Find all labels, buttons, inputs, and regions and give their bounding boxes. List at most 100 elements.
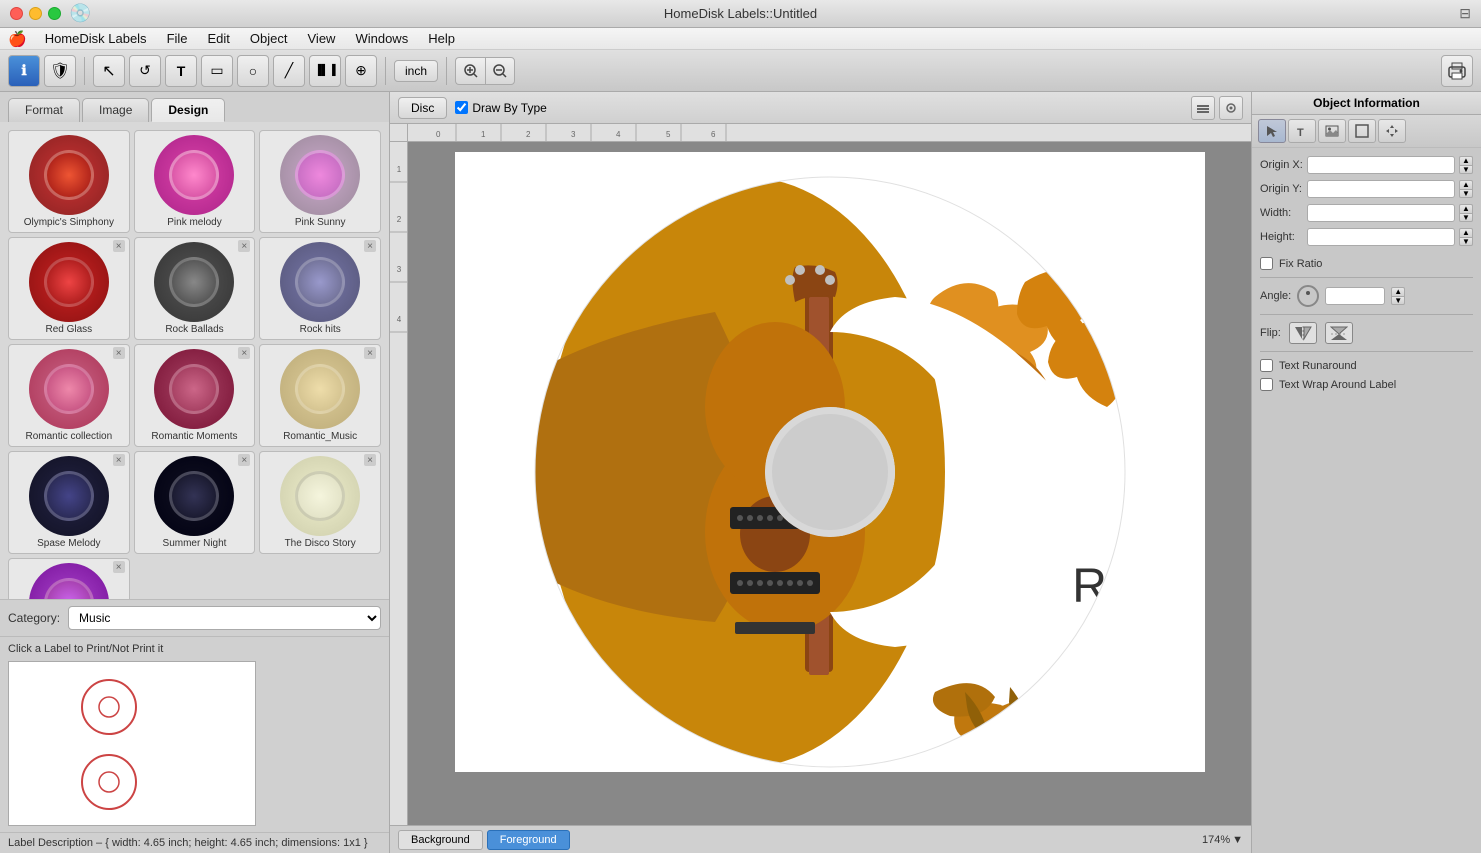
flip-vertical-button[interactable] xyxy=(1325,322,1353,344)
menu-app[interactable]: HomeDisk Labels xyxy=(37,29,155,48)
stamp-tool[interactable]: ⊕ xyxy=(345,55,377,87)
design-item-olympics[interactable]: Olympic's Simphony xyxy=(8,130,130,233)
zoom-window-button[interactable] xyxy=(48,7,61,20)
close-romantic-moments[interactable]: × xyxy=(238,347,250,359)
tab-format[interactable]: Format xyxy=(8,98,80,122)
zoom-dropdown-icon[interactable]: ▼ xyxy=(1232,834,1243,846)
tab-background[interactable]: Background xyxy=(398,830,483,850)
design-item-romantic-collection[interactable]: × Romantic collection xyxy=(8,344,130,447)
design-item-rock-ballads[interactable]: × Rock Ballads xyxy=(134,237,256,340)
design-item-rock-hits[interactable]: × Rock hits xyxy=(259,237,381,340)
disc-button[interactable]: Disc xyxy=(398,97,447,119)
tab-image[interactable]: Image xyxy=(82,98,149,122)
line-tool[interactable]: ╱ xyxy=(273,55,305,87)
minimize-icon[interactable]: ⊟ xyxy=(1459,5,1471,22)
design-item-pink-sunny[interactable]: Pink Sunny xyxy=(259,130,381,233)
zoom-in-button[interactable] xyxy=(455,57,485,85)
design-item-romantic-music[interactable]: × Romantic_Music xyxy=(259,344,381,447)
text-wrap-checkbox[interactable] xyxy=(1260,378,1273,391)
info-button[interactable]: ℹ xyxy=(8,55,40,87)
menu-help[interactable]: Help xyxy=(420,29,463,48)
menu-windows[interactable]: Windows xyxy=(347,29,416,48)
close-violet-step[interactable]: × xyxy=(113,561,125,573)
design-item-violet-step[interactable]: × Violet by Step xyxy=(8,558,130,599)
tab-foreground[interactable]: Foreground xyxy=(487,830,570,850)
shield-button[interactable]: 🛡 xyxy=(44,55,76,87)
menu-view[interactable]: View xyxy=(300,29,344,48)
fix-ratio-checkbox[interactable] xyxy=(1260,257,1273,270)
design-label-pink-melody: Pink melody xyxy=(139,217,251,228)
height-up[interactable]: ▲ xyxy=(1459,228,1473,237)
origin-x-input[interactable] xyxy=(1307,156,1455,174)
design-item-spase-melody[interactable]: × Spase Melody xyxy=(8,451,130,554)
close-rock-ballads[interactable]: × xyxy=(238,240,250,252)
origin-y-input[interactable] xyxy=(1307,180,1455,198)
close-disco-story[interactable]: × xyxy=(364,454,376,466)
apple-menu[interactable]: 🍎 xyxy=(8,30,27,48)
fix-ratio-label[interactable]: Fix Ratio xyxy=(1279,258,1322,270)
view-icon-btn[interactable] xyxy=(1219,96,1243,120)
origin-y-up[interactable]: ▲ xyxy=(1459,180,1473,189)
flip-horizontal-button[interactable] xyxy=(1289,322,1317,344)
barcode-tool[interactable]: ▐▌▐ xyxy=(309,55,341,87)
category-select[interactable]: Music Movies Games Software Other xyxy=(68,606,381,630)
layers-icon-btn[interactable] xyxy=(1191,96,1215,120)
design-scroll-area[interactable]: Olympic's Simphony Pink melody Pink Sunn… xyxy=(0,122,389,599)
minimize-button[interactable] xyxy=(29,7,42,20)
design-item-pink-melody[interactable]: Pink melody xyxy=(134,130,256,233)
right-panel: Object Information T Origin X: xyxy=(1251,92,1481,853)
svg-text:1: 1 xyxy=(481,130,486,139)
origin-y-down[interactable]: ▼ xyxy=(1459,189,1473,198)
origin-x-down[interactable]: ▼ xyxy=(1459,165,1473,174)
close-summer-night[interactable]: × xyxy=(238,454,250,466)
height-input[interactable] xyxy=(1307,228,1455,246)
print-button[interactable] xyxy=(1441,55,1473,87)
obj-icon-image[interactable] xyxy=(1318,119,1346,143)
print-hint: Click a Label to Print/Not Print it xyxy=(8,643,381,655)
close-rock-hits[interactable]: × xyxy=(364,240,376,252)
rect-tool[interactable]: ▭ xyxy=(201,55,233,87)
draw-by-type-label[interactable]: Draw By Type xyxy=(455,101,546,115)
design-item-red-glass[interactable]: × Red Glass xyxy=(8,237,130,340)
disc-preview-1[interactable] xyxy=(79,677,139,740)
menu-edit[interactable]: Edit xyxy=(200,29,238,48)
ellipse-tool[interactable]: ○ xyxy=(237,55,269,87)
disc-preview-2[interactable] xyxy=(79,752,139,815)
obj-icon-pointer[interactable] xyxy=(1258,119,1286,143)
text-runaround-label[interactable]: Text Runaround xyxy=(1279,360,1357,372)
angle-up[interactable]: ▲ xyxy=(1391,287,1405,296)
rotate-tool[interactable]: ↺ xyxy=(129,55,161,87)
obj-icon-shape[interactable] xyxy=(1348,119,1376,143)
close-romantic-music[interactable]: × xyxy=(364,347,376,359)
cursor-tool[interactable]: ↖ xyxy=(93,55,125,87)
obj-icon-move[interactable] xyxy=(1378,119,1406,143)
cd-text-romantic: Romantic xyxy=(1072,560,1205,613)
unit-button[interactable]: inch xyxy=(394,60,438,82)
close-red-glass[interactable]: × xyxy=(113,240,125,252)
close-spase-melody[interactable]: × xyxy=(113,454,125,466)
close-romantic-collection[interactable]: × xyxy=(113,347,125,359)
origin-x-up[interactable]: ▲ xyxy=(1459,156,1473,165)
tab-design[interactable]: Design xyxy=(151,98,225,122)
menu-file[interactable]: File xyxy=(159,29,196,48)
design-item-summer-night[interactable]: × Summer Night xyxy=(134,451,256,554)
design-item-romantic-moments[interactable]: × Romantic Moments xyxy=(134,344,256,447)
toolbar-separator-1 xyxy=(84,57,85,85)
width-down[interactable]: ▼ xyxy=(1459,213,1473,222)
width-input[interactable] xyxy=(1307,204,1455,222)
svg-text:3: 3 xyxy=(571,130,576,139)
close-button[interactable] xyxy=(10,7,23,20)
height-down[interactable]: ▼ xyxy=(1459,237,1473,246)
draw-by-type-checkbox[interactable] xyxy=(455,101,468,114)
angle-input[interactable] xyxy=(1325,287,1385,305)
app-icon: 💿 xyxy=(69,3,91,24)
menu-object[interactable]: Object xyxy=(242,29,296,48)
angle-down[interactable]: ▼ xyxy=(1391,296,1405,305)
text-wrap-label[interactable]: Text Wrap Around Label xyxy=(1279,379,1396,391)
design-item-disco-story[interactable]: × The Disco Story xyxy=(259,451,381,554)
width-up[interactable]: ▲ xyxy=(1459,204,1473,213)
text-tool[interactable]: T xyxy=(165,55,197,87)
text-runaround-checkbox[interactable] xyxy=(1260,359,1273,372)
zoom-out-button[interactable] xyxy=(485,57,515,85)
obj-icon-text[interactable]: T xyxy=(1288,119,1316,143)
